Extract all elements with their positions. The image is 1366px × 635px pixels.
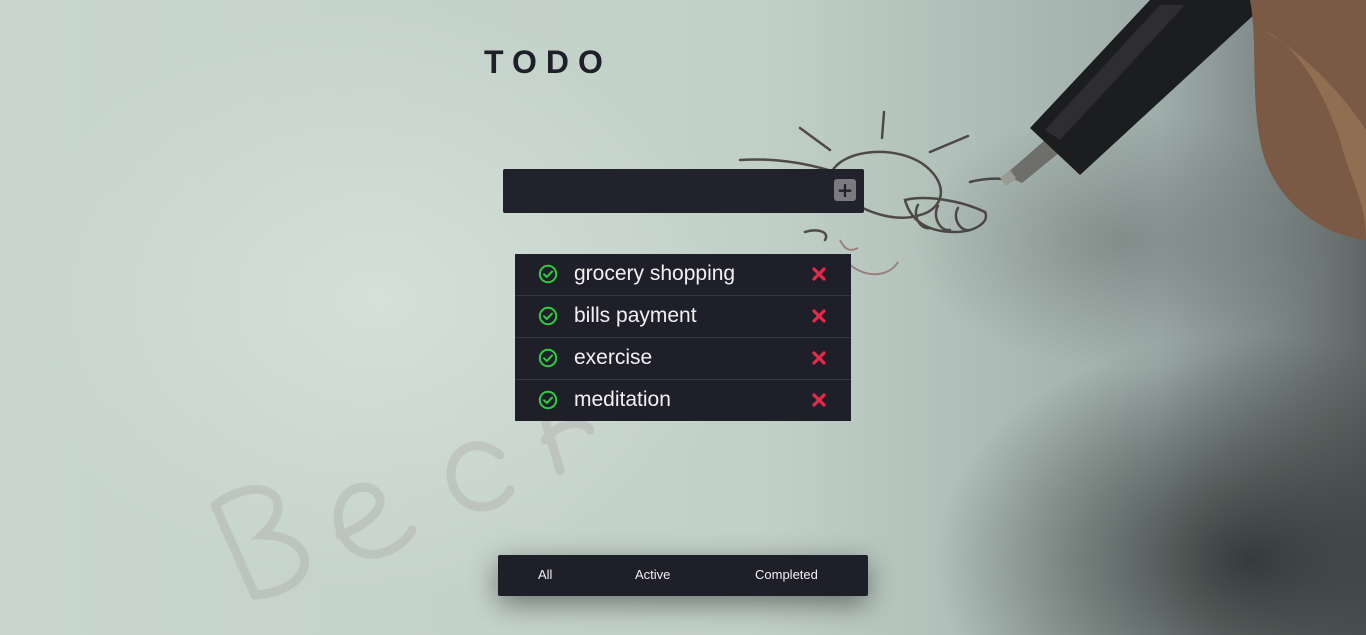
todo-label: meditation bbox=[574, 388, 671, 411]
todo-label: exercise bbox=[574, 346, 653, 369]
check-circle-icon[interactable] bbox=[538, 264, 558, 284]
todo-input[interactable] bbox=[513, 177, 827, 207]
filter-active-button[interactable]: Active bbox=[635, 567, 670, 582]
todo-label: grocery shopping bbox=[574, 262, 736, 285]
filter-all-button[interactable]: All bbox=[538, 567, 552, 582]
close-icon[interactable] bbox=[811, 350, 827, 366]
plus-square-icon: + bbox=[836, 178, 854, 202]
check-circle-icon[interactable] bbox=[538, 390, 558, 410]
check-circle-icon[interactable] bbox=[538, 348, 558, 368]
filter-bar: All Active Completed bbox=[498, 555, 868, 596]
close-icon[interactable] bbox=[811, 308, 827, 324]
todo-item: bills payment bbox=[515, 296, 851, 338]
add-todo-form: + bbox=[503, 169, 864, 213]
page-title: TODO bbox=[484, 44, 612, 80]
close-icon[interactable] bbox=[811, 266, 827, 282]
add-todo-button[interactable]: + bbox=[834, 179, 856, 201]
todo-list: grocery shopping bills payment exercise … bbox=[515, 254, 851, 421]
close-icon[interactable] bbox=[811, 392, 827, 408]
todo-item: meditation bbox=[515, 380, 851, 421]
check-circle-icon[interactable] bbox=[538, 306, 558, 326]
todo-label: bills payment bbox=[574, 304, 697, 327]
todo-item: grocery shopping bbox=[515, 254, 851, 296]
todo-item: exercise bbox=[515, 338, 851, 380]
filter-completed-button[interactable]: Completed bbox=[755, 567, 818, 582]
